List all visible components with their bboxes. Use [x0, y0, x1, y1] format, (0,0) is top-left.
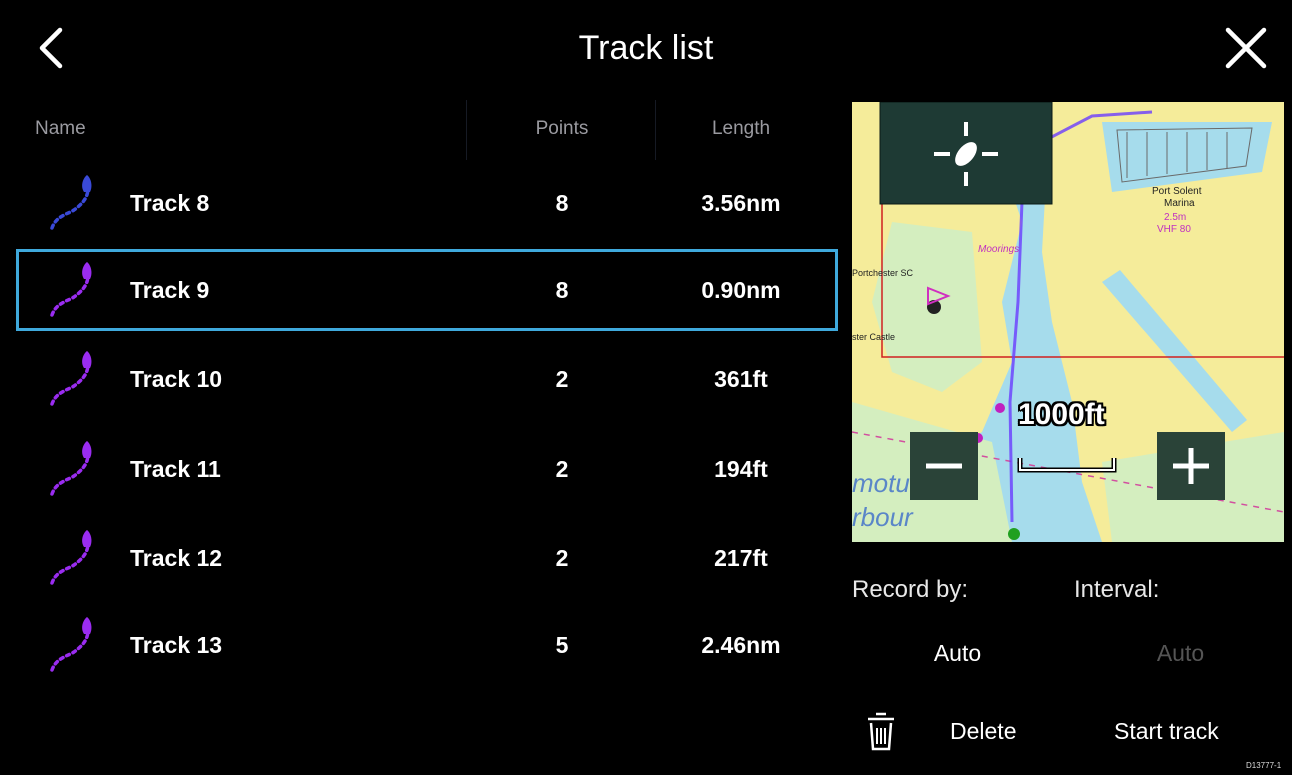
track-length: 3.56nm [701, 190, 781, 216]
track-name: Track 9 [130, 277, 210, 303]
zoom-in-button[interactable] [1157, 432, 1225, 500]
track-icon [50, 441, 92, 496]
map-label: VHF 80 [1157, 224, 1191, 235]
map-label: Portchester SC [852, 268, 914, 278]
track-icon [50, 617, 92, 672]
track-length: 217ft [714, 545, 768, 571]
column-divider [655, 100, 656, 160]
track-row[interactable]: Track 10 2 361ft [16, 338, 838, 420]
delete-button[interactable]: Delete [950, 718, 1016, 745]
track-row[interactable]: Track 11 2 194ft [16, 428, 838, 510]
start-track-button[interactable]: Start track [1114, 718, 1219, 745]
column-divider [466, 100, 467, 160]
track-row[interactable]: Track 13 5 2.46nm [16, 604, 838, 686]
document-id: D13777-1 [1246, 761, 1282, 770]
column-header-name[interactable]: Name [35, 118, 86, 140]
map-label: Marina [1164, 198, 1195, 209]
map-label: Moorings [978, 244, 1019, 255]
track-icon [50, 530, 92, 585]
interval-label: Interval: [1074, 576, 1160, 603]
track-row-selected[interactable]: Track 9 8 0.90nm [16, 249, 838, 331]
track-length: 361ft [714, 366, 768, 392]
track-length: 194ft [714, 456, 768, 482]
column-header-length[interactable]: Length [676, 118, 806, 140]
track-points: 8 [555, 277, 569, 303]
trash-icon[interactable] [866, 710, 896, 752]
track-length: 0.90nm [701, 277, 781, 303]
close-icon[interactable] [1222, 24, 1270, 72]
map-label: rbour [852, 502, 914, 532]
track-name: Track 10 [130, 366, 223, 392]
minus-icon [926, 463, 962, 469]
plus-icon [1173, 448, 1209, 484]
map-label: Port Solent [1152, 186, 1202, 197]
track-name: Track 12 [130, 545, 223, 571]
track-icon [50, 351, 92, 406]
column-header-points[interactable]: Points [516, 118, 608, 140]
track-points: 5 [555, 632, 569, 658]
record-by-value[interactable]: Auto [905, 640, 1010, 667]
track-length: 2.46nm [701, 632, 781, 658]
zoom-out-button[interactable] [910, 432, 978, 500]
track-points: 2 [555, 545, 569, 571]
track-points: 8 [555, 190, 569, 216]
record-by-label: Record by: [852, 576, 969, 603]
page-title: Track list [578, 29, 714, 67]
track-row[interactable]: Track 8 8 3.56nm [16, 162, 838, 244]
track-icon [50, 262, 92, 317]
track-icon [50, 175, 92, 230]
track-points: 2 [555, 456, 569, 482]
track-row[interactable]: Track 12 2 217ft [16, 517, 838, 599]
track-name: Track 13 [130, 632, 223, 658]
track-name: Track 8 [130, 190, 210, 216]
track-name: Track 11 [130, 456, 221, 482]
track-points: 2 [555, 366, 569, 392]
map-label: ster Castle [852, 332, 895, 342]
map-label: 2.5m [1164, 212, 1186, 223]
map-scale-label: 1000ft [1018, 398, 1105, 431]
interval-value: Auto [1156, 640, 1205, 666]
